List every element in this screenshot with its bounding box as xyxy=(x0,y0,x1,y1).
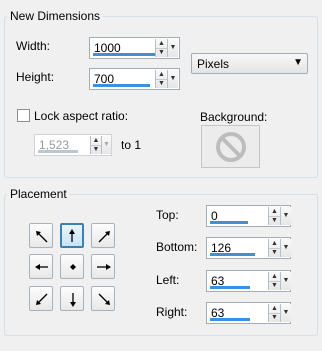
arrow-right-icon xyxy=(97,264,111,270)
height-field[interactable]: 700 ▲ ▼ ▼ xyxy=(89,68,180,90)
aspect-ratio-dropdown-icon: ▼ xyxy=(101,136,111,154)
right-slider-bar[interactable] xyxy=(210,318,250,321)
spin-down-icon[interactable]: ▼ xyxy=(269,216,280,225)
chevron-down-icon[interactable]: ▼ xyxy=(293,56,303,70)
spin-down-icon[interactable]: ▼ xyxy=(269,248,280,257)
place-bottom-left-button[interactable] xyxy=(29,286,53,311)
width-label: Width: xyxy=(16,39,51,53)
aspect-ratio-field: 1,523 ▲ ▼ ▼ xyxy=(34,134,112,156)
right-field[interactable]: 63 ▲ ▼ ▼ xyxy=(206,302,291,324)
aspect-ratio-bar xyxy=(38,150,78,153)
top-field[interactable]: 0 ▲ ▼ ▼ xyxy=(206,205,291,227)
spin-down-icon[interactable]: ▼ xyxy=(156,79,167,88)
bottom-dropdown-icon[interactable]: ▼ xyxy=(280,239,291,257)
top-dropdown-icon[interactable]: ▼ xyxy=(280,207,291,225)
height-dropdown-icon[interactable]: ▼ xyxy=(167,70,178,88)
arrow-up-right-icon xyxy=(98,231,110,243)
place-middle-right-button[interactable] xyxy=(91,254,115,279)
placement-title: Placement xyxy=(7,187,70,201)
place-top-center-button[interactable] xyxy=(60,223,84,248)
new-dimensions-title: New Dimensions xyxy=(7,9,104,23)
bottom-field[interactable]: 126 ▲ ▼ ▼ xyxy=(206,237,291,259)
height-slider-bar[interactable] xyxy=(93,84,150,87)
aspect-ratio-spinner: ▲ ▼ xyxy=(90,136,101,154)
height-spinner[interactable]: ▲ ▼ xyxy=(155,70,167,88)
lock-aspect-label[interactable]: Lock aspect ratio: xyxy=(34,109,128,123)
background-label: Background: xyxy=(200,110,268,124)
place-center-button[interactable] xyxy=(60,254,84,279)
width-slider-bar[interactable] xyxy=(93,53,155,56)
place-top-right-button[interactable] xyxy=(91,223,115,248)
ratio-suffix: to 1 xyxy=(121,138,142,152)
width-spinner[interactable]: ▲ ▼ xyxy=(155,39,167,57)
spin-down-icon[interactable]: ▼ xyxy=(269,313,280,322)
spin-down-icon[interactable]: ▼ xyxy=(156,48,167,57)
left-spinner[interactable]: ▲ ▼ xyxy=(268,272,280,290)
units-select[interactable]: Pixels ▼ xyxy=(191,53,308,74)
bottom-label: Bottom: xyxy=(156,240,198,254)
place-top-left-button[interactable] xyxy=(29,223,53,248)
right-dropdown-icon[interactable]: ▼ xyxy=(280,304,291,322)
arrow-up-left-icon xyxy=(36,231,48,243)
lock-aspect-checkbox[interactable] xyxy=(17,109,30,122)
arrow-down-icon xyxy=(70,293,76,307)
arrow-down-right-icon xyxy=(98,293,110,305)
place-bottom-right-button[interactable] xyxy=(91,286,115,311)
background-swatch[interactable] xyxy=(201,125,260,168)
bottom-slider-bar[interactable] xyxy=(210,253,255,256)
left-field[interactable]: 63 ▲ ▼ ▼ xyxy=(206,270,291,292)
left-dropdown-icon[interactable]: ▼ xyxy=(280,272,291,290)
center-dot-icon xyxy=(70,264,76,270)
top-slider-bar[interactable] xyxy=(210,221,248,224)
no-symbol-icon xyxy=(216,132,246,162)
left-slider-bar[interactable] xyxy=(210,286,250,289)
arrow-up-icon xyxy=(69,229,75,242)
left-label: Left: xyxy=(156,273,180,287)
width-field[interactable]: 1000 ▲ ▼ ▼ xyxy=(89,37,180,59)
right-spinner[interactable]: ▲ ▼ xyxy=(268,304,280,322)
spin-down-icon[interactable]: ▼ xyxy=(269,281,280,290)
top-spinner[interactable]: ▲ ▼ xyxy=(268,207,280,225)
height-label: Height: xyxy=(16,70,55,84)
spin-down-icon: ▼ xyxy=(92,146,100,153)
place-middle-left-button[interactable] xyxy=(29,254,53,279)
width-dropdown-icon[interactable]: ▼ xyxy=(167,39,178,57)
right-label: Right: xyxy=(156,305,188,319)
bottom-spinner[interactable]: ▲ ▼ xyxy=(268,239,280,257)
arrow-left-icon xyxy=(35,264,48,270)
top-label: Top: xyxy=(156,208,179,222)
arrow-down-left-icon xyxy=(36,293,48,305)
place-bottom-center-button[interactable] xyxy=(60,286,84,311)
units-value: Pixels xyxy=(197,57,230,71)
